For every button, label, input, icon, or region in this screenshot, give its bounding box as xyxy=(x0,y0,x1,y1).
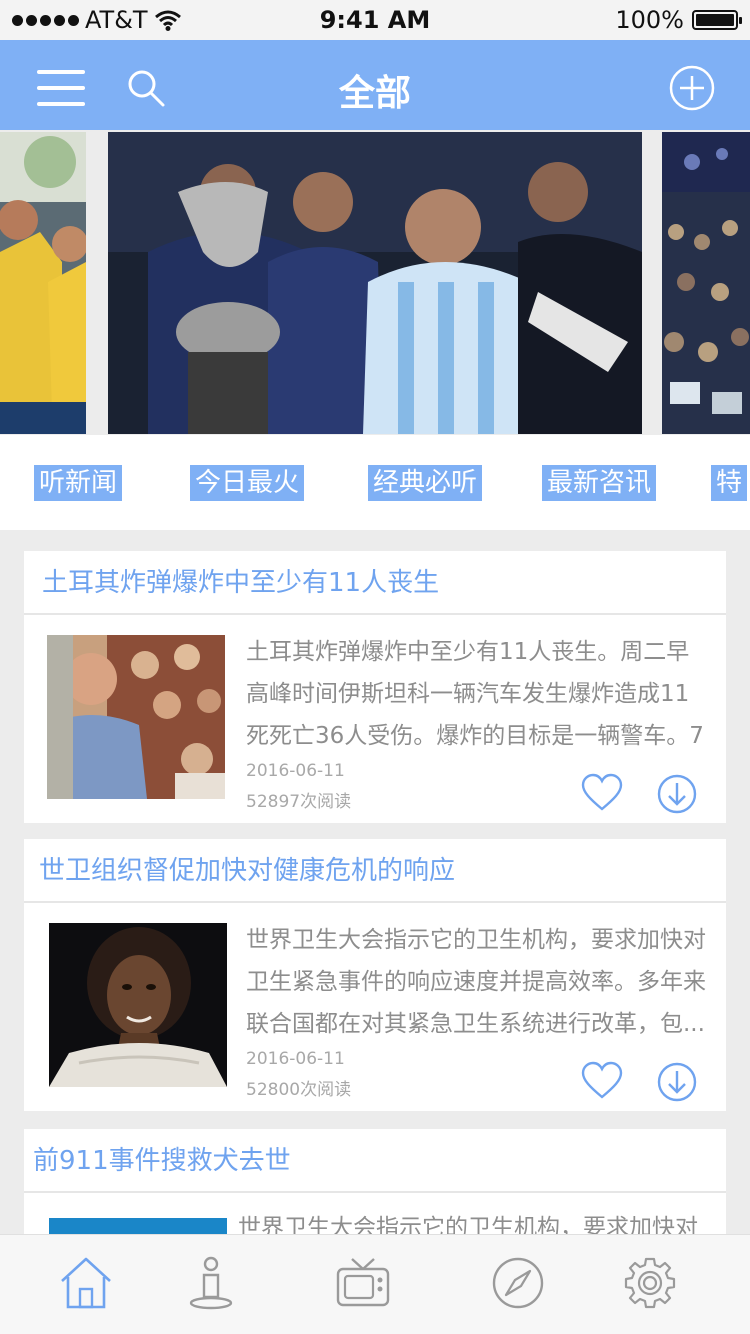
article-card[interactable]: 前911事件搜救犬去世 世界卫生大会指示它的卫生机构，要求加快对 xyxy=(24,1129,726,1239)
category-listen-news[interactable]: 听新闻 xyxy=(34,465,123,501)
tab-discover[interactable] xyxy=(490,1255,546,1315)
press-conference-photo[interactable] xyxy=(662,132,750,434)
article-read-count: 52800次阅读 xyxy=(246,1080,352,1100)
download-icon xyxy=(657,774,697,814)
page-title: 全部 xyxy=(338,73,411,114)
article-thumbnail[interactable] xyxy=(49,923,227,1087)
home-icon xyxy=(61,1257,111,1309)
category-special[interactable]: 特 xyxy=(711,465,748,501)
category-bar: 听新闻 今日最火 经典必听 最新咨讯 特 xyxy=(0,435,750,530)
football-team-photo[interactable] xyxy=(0,132,86,434)
settings-icon xyxy=(624,1257,676,1309)
category-latest-news[interactable]: 最新咨讯 xyxy=(542,465,657,501)
download-icon xyxy=(657,1062,697,1102)
download-button[interactable] xyxy=(656,1061,698,1107)
tab-home[interactable] xyxy=(58,1255,114,1315)
tab-tv[interactable] xyxy=(334,1255,392,1315)
article-title[interactable]: 前911事件搜救犬去世 xyxy=(24,1129,726,1193)
nav-bar: 全部 xyxy=(0,40,750,130)
article-date: 2016-06-11 xyxy=(246,1049,345,1069)
article-thumbnail[interactable] xyxy=(47,635,225,799)
article-card[interactable]: 世卫组织督促加快对健康危机的响应 世界卫生大会指示它的卫生机构，要求加快对卫生紧… xyxy=(24,839,726,1111)
article-summary: 土耳其炸弹爆炸中至少有11人丧生。周二早高峰时间伊斯坦科一辆汽车发生爆炸造成11… xyxy=(246,639,704,749)
heart-icon xyxy=(581,773,623,811)
status-right: 100% xyxy=(615,6,742,34)
battery-fill xyxy=(696,14,734,26)
article-card[interactable]: 土耳其炸弹爆炸中至少有11人丧生 土耳其炸弹爆炸中至少有11人丧生。周二早高峰时… xyxy=(24,551,726,823)
status-bar: AT&T 9:41 AM 100% xyxy=(0,0,750,40)
person-icon xyxy=(189,1256,233,1310)
category-hottest-today[interactable]: 今日最火 xyxy=(190,465,305,501)
add-circle-icon xyxy=(669,65,715,111)
news-app-screen: AT&T 9:41 AM 100% 全部 听新闻 今日最火 经典必听 最新咨讯 … xyxy=(0,0,750,1334)
tab-bar xyxy=(0,1234,750,1334)
category-classics[interactable]: 经典必听 xyxy=(368,465,483,501)
article-title[interactable]: 土耳其炸弹爆炸中至少有11人丧生 xyxy=(24,551,726,615)
add-button[interactable] xyxy=(669,65,715,115)
like-button[interactable] xyxy=(580,773,624,817)
battery-icon xyxy=(692,10,742,30)
article-read-count: 52897次阅读 xyxy=(246,792,352,812)
battery-percent: 100% xyxy=(615,6,684,34)
heart-icon xyxy=(581,1061,623,1099)
like-button[interactable] xyxy=(580,1061,624,1105)
tab-profile[interactable] xyxy=(186,1255,236,1315)
download-button[interactable] xyxy=(656,773,698,819)
banner-carousel[interactable] xyxy=(0,130,750,435)
article-date: 2016-06-11 xyxy=(246,761,345,781)
compass-icon xyxy=(492,1257,544,1309)
tab-settings[interactable] xyxy=(622,1255,678,1315)
messi-trophy-photo[interactable] xyxy=(108,132,642,434)
article-summary: 世界卫生大会指示它的卫生机构，要求加快对卫生紧急事件的响应速度并提高效率。多年来… xyxy=(246,927,706,1037)
tv-icon xyxy=(336,1258,390,1307)
article-title[interactable]: 世卫组织督促加快对健康危机的响应 xyxy=(24,839,726,903)
